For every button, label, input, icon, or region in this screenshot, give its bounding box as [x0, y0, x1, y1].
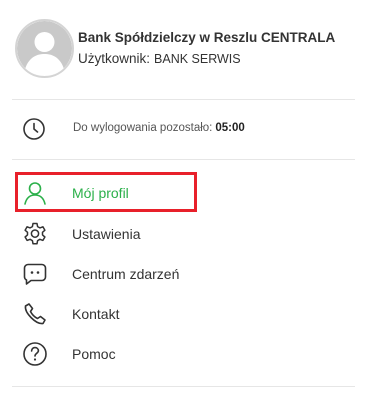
session-text: Do wylogowania pozostało: 05:00 [73, 122, 245, 134]
menu-item-label: Ustawienia [72, 226, 141, 242]
clock-icon [23, 118, 45, 140]
menu-item-contact[interactable]: Kontakt [22, 301, 352, 327]
user-line: Użytkownik: BANK SERWIS [78, 51, 241, 66]
user-header: Bank Spółdzielczy w Reszlu CENTRALA Użyt… [15, 19, 360, 79]
highlight-frame [15, 172, 197, 212]
menu-item-label: Pomoc [72, 346, 116, 362]
menu-item-help[interactable]: Pomoc [22, 341, 352, 367]
bank-name: Bank Spółdzielczy w Reszlu CENTRALA [78, 30, 336, 45]
avatar[interactable] [15, 19, 74, 78]
menu-item-label: Centrum zdarzeń [72, 266, 180, 282]
session-timer: Do wylogowania pozostało: 05:00 [22, 117, 352, 141]
message-icon [23, 263, 47, 285]
gear-icon [24, 222, 46, 245]
session-time: 05:00 [215, 122, 245, 134]
avatar-placeholder-icon [17, 21, 72, 76]
divider-bottom [12, 386, 355, 387]
divider-top [12, 99, 355, 100]
menu-item-event-center[interactable]: Centrum zdarzeń [22, 261, 352, 287]
divider-middle [12, 159, 355, 160]
menu-item-label: Kontakt [72, 306, 120, 322]
user-label: Użytkownik: [78, 51, 151, 66]
session-label: Do wylogowania pozostało: [73, 122, 213, 134]
menu-item-settings[interactable]: Ustawienia [22, 221, 352, 247]
user-value: BANK SERWIS [154, 52, 241, 66]
help-icon [23, 342, 47, 366]
phone-icon [24, 303, 46, 325]
